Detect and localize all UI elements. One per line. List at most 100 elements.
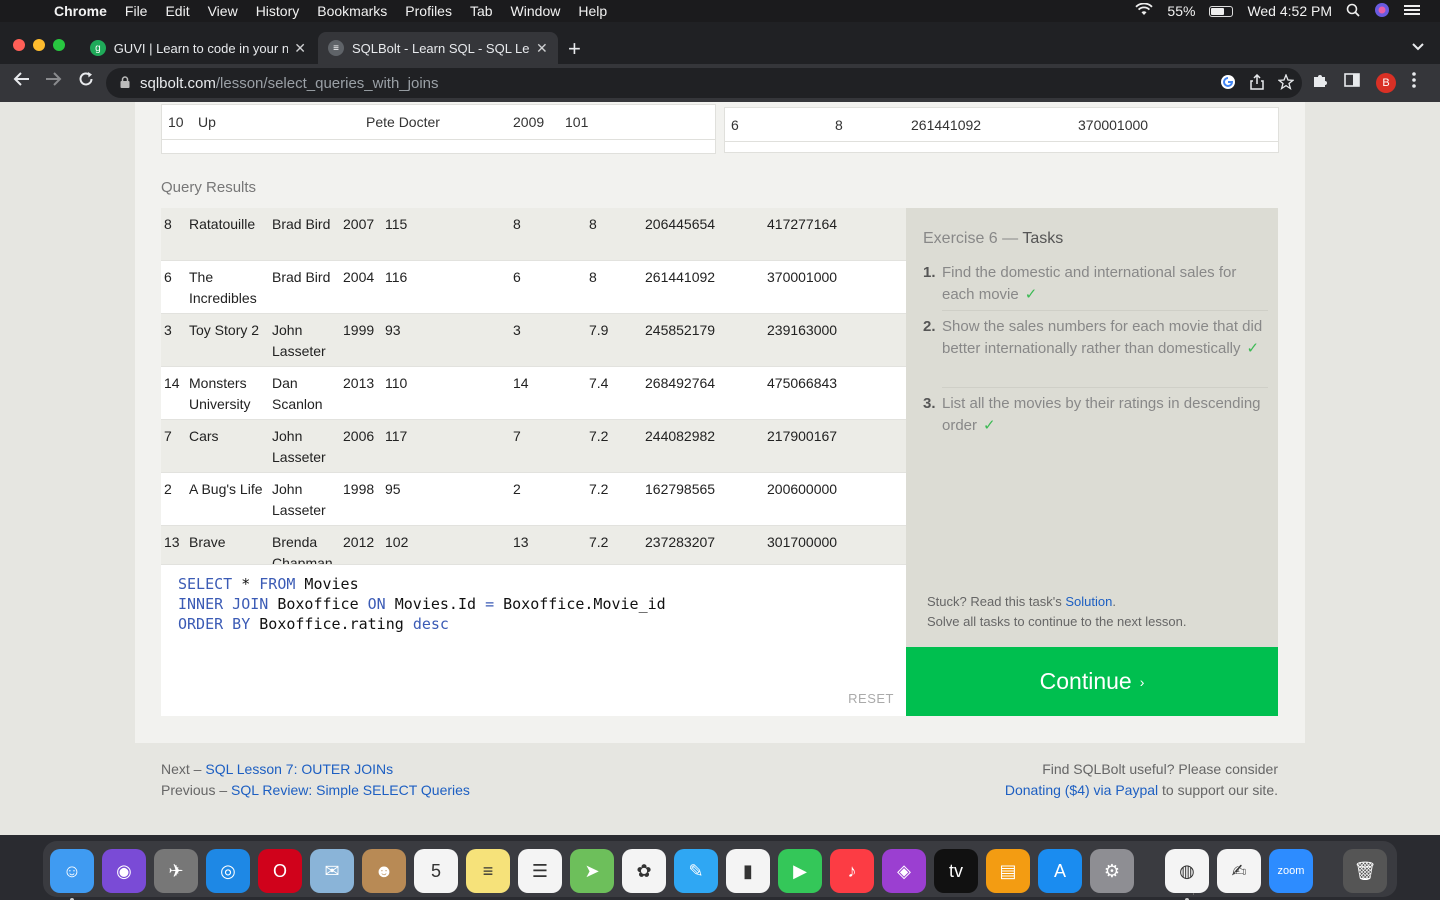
tab-title: SQLBolt - Learn SQL - SQL Les xyxy=(352,40,530,56)
tv-icon[interactable]: tv xyxy=(934,849,978,893)
maps-icon[interactable]: ➤ xyxy=(570,849,614,893)
tab-sqlbolt[interactable]: ≡ SQLBolt - Learn SQL - SQL Les ✕ xyxy=(318,32,558,64)
reload-button[interactable] xyxy=(78,71,94,92)
table-cell-international: 239163000 xyxy=(767,322,838,338)
trash-icon[interactable]: 🗑 xyxy=(1343,849,1387,893)
table-cell-movie-id: 14 xyxy=(513,375,529,391)
query-results-label: Query Results xyxy=(161,179,257,196)
tab-guvi[interactable]: g GUVI | Learn to code in your na ✕ xyxy=(80,32,316,64)
solution-link[interactable]: Solution xyxy=(1065,594,1112,609)
control-center-icon[interactable] xyxy=(1404,3,1420,19)
tab-search-icon[interactable] xyxy=(1412,38,1424,54)
menu-file[interactable]: File xyxy=(125,3,148,19)
sql-editor[interactable]: RESET SELECT * FROM Movies INNER JOIN Box… xyxy=(161,564,906,716)
clock[interactable]: Wed 4:52 PM xyxy=(1247,3,1332,19)
back-button[interactable] xyxy=(12,71,30,92)
menu-profiles[interactable]: Profiles xyxy=(405,3,452,19)
table-cell-year: 2004 xyxy=(343,269,375,285)
address-bar[interactable]: sqlbolt.com/lesson/select_queries_with_j… xyxy=(106,68,1302,98)
table-cell-international: 301700000 xyxy=(767,534,838,550)
stuck-hint: Stuck? Read this task's Solution. Solve … xyxy=(927,592,1186,632)
launchpad-icon[interactable]: ✈ xyxy=(154,849,198,893)
tab-close-icon[interactable]: ✕ xyxy=(294,40,306,57)
table-cell-movie-id: 8 xyxy=(513,216,521,232)
table-cell-title: A Bug's Life xyxy=(189,481,263,497)
forward-button[interactable] xyxy=(45,71,63,92)
zoom-icon[interactable]: zoom xyxy=(1269,849,1313,893)
siri-menu-icon[interactable] xyxy=(1374,2,1390,21)
guvi-favicon-icon: g xyxy=(90,40,106,56)
app-store-icon[interactable]: A xyxy=(1038,849,1082,893)
sql-keyword: ON xyxy=(367,595,386,613)
table-row: 7 Cars John Lasseter 2006 117 7 7.2 244082982 21… xyxy=(161,420,906,473)
bookmark-star-icon[interactable] xyxy=(1277,73,1295,94)
next-lesson-link[interactable]: SQL Lesson 7: OUTER JOINs xyxy=(205,761,393,777)
reset-button[interactable]: RESET xyxy=(848,691,894,706)
menu-tab[interactable]: Tab xyxy=(470,3,493,19)
contacts-icon[interactable]: ☻ xyxy=(362,849,406,893)
table-cell-domestic: 206445654 xyxy=(645,216,716,232)
table-row: 3 Toy Story 2 John Lasseter 1999 93 3 7.9 24585… xyxy=(161,314,906,367)
solve-all-text: Solve all tasks to continue to the next … xyxy=(927,614,1187,629)
podcasts-icon[interactable]: ◈ xyxy=(882,849,926,893)
spotlight-icon[interactable] xyxy=(1346,3,1360,20)
photos-icon[interactable]: ✿ xyxy=(622,849,666,893)
menu-bookmarks[interactable]: Bookmarks xyxy=(317,3,387,19)
lock-icon[interactable] xyxy=(120,75,130,91)
finder-icon[interactable]: ☺ xyxy=(50,849,94,893)
notes-icon[interactable]: ≡ xyxy=(466,849,510,893)
table-cell-movie-id: 6 xyxy=(513,269,521,285)
safari-icon[interactable]: ◎ xyxy=(206,849,250,893)
calendar-icon[interactable]: 5 xyxy=(414,849,458,893)
task-text: Find the domestic and international sale… xyxy=(942,264,1237,303)
menu-help[interactable]: Help xyxy=(578,3,607,19)
siri-icon[interactable]: ◉ xyxy=(102,849,146,893)
continue-button[interactable]: Continue › xyxy=(906,647,1278,716)
menu-history[interactable]: History xyxy=(256,3,300,19)
messages-icon[interactable]: ✎ xyxy=(674,849,718,893)
table-cell-year: 2006 xyxy=(343,428,375,444)
system-preferences-icon[interactable]: ⚙ xyxy=(1090,849,1134,893)
table-cell-international: 417277164 xyxy=(767,216,838,232)
music-icon[interactable]: ♪ xyxy=(830,849,874,893)
close-window-button[interactable] xyxy=(13,39,25,51)
menu-view[interactable]: View xyxy=(208,3,238,19)
profile-avatar[interactable]: B xyxy=(1376,72,1396,93)
previous-lesson-link[interactable]: SQL Review: Simple SELECT Queries xyxy=(231,782,470,798)
facetime-icon[interactable]: ▶ xyxy=(778,849,822,893)
chrome-menu-icon[interactable] xyxy=(1412,72,1416,93)
preview-icon[interactable]: ✉ xyxy=(310,849,354,893)
minimize-window-button[interactable] xyxy=(33,39,45,51)
table-cell-length: 93 xyxy=(385,322,401,338)
next-prefix: Next – xyxy=(161,761,206,777)
table-row: 14 Monsters University Dan Scanlon 2013 110 1… xyxy=(161,367,906,420)
side-panel-icon[interactable] xyxy=(1344,73,1360,92)
menu-window[interactable]: Window xyxy=(511,3,561,19)
donation-note: Find SQLBolt useful? Please consider Don… xyxy=(1005,759,1278,801)
google-lens-icon[interactable] xyxy=(1220,74,1236,94)
extensions-icon[interactable] xyxy=(1312,72,1328,93)
table-row: 6 The Incredibles Brad Bird 2004 116 6 8 261441… xyxy=(161,261,906,314)
textedit-icon[interactable]: ✍ xyxy=(1217,849,1261,893)
tab-close-icon[interactable]: ✕ xyxy=(536,40,548,57)
opera-icon[interactable]: O xyxy=(258,849,302,893)
wifi-icon[interactable] xyxy=(1135,2,1154,19)
table-cell-year: 2012 xyxy=(343,534,375,550)
chrome-icon[interactable]: ◍ xyxy=(1165,849,1209,893)
share-icon[interactable] xyxy=(1250,73,1264,94)
books-icon[interactable]: ▤ xyxy=(986,849,1030,893)
battery-icon[interactable] xyxy=(1209,5,1234,17)
table-cell-rating: 7.2 xyxy=(589,534,609,550)
menu-edit[interactable]: Edit xyxy=(165,3,189,19)
zoom-window-button[interactable] xyxy=(53,39,65,51)
reminders-icon[interactable]: ☰ xyxy=(518,849,562,893)
tab-title: GUVI | Learn to code in your na xyxy=(113,40,289,56)
table-cell-year: 2007 xyxy=(343,216,375,232)
new-tab-button[interactable]: + xyxy=(568,36,581,62)
numbers-icon[interactable]: ▮ xyxy=(726,849,770,893)
movies-table: 10 Up Pete Docter 2009 101 xyxy=(161,104,716,154)
table-row: 13 Brave Brenda Chapman 2012 102 13 7.2 2372832… xyxy=(161,526,906,564)
menu-chrome[interactable]: Chrome xyxy=(54,3,107,19)
table-cell-rating: 8 xyxy=(589,216,597,232)
donate-link[interactable]: Donating ($4) via Paypal xyxy=(1005,782,1158,798)
